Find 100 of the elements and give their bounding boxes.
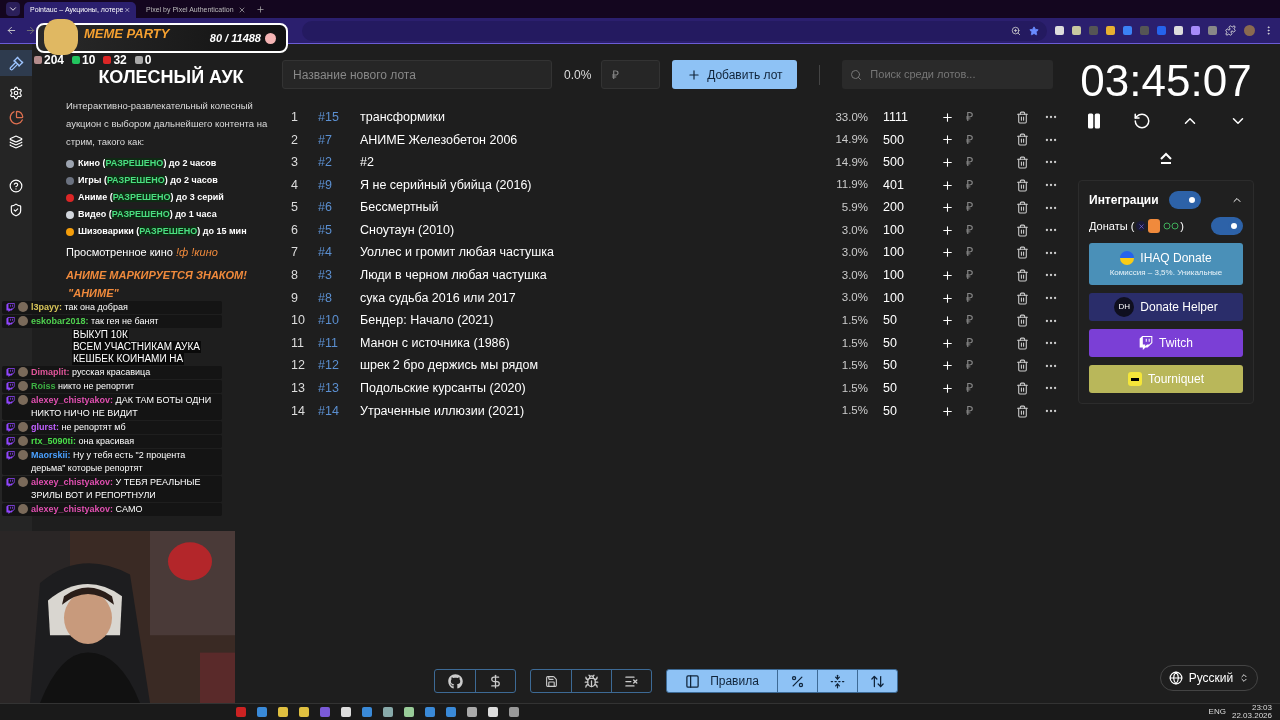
taskbar-app-icon[interactable] bbox=[488, 707, 498, 717]
add-amount-field[interactable]: ₽ bbox=[954, 266, 1004, 285]
star-icon[interactable] bbox=[1029, 25, 1039, 36]
add-lot-button[interactable]: Добавить лот bbox=[672, 60, 798, 89]
url-field[interactable] bbox=[302, 20, 1047, 41]
lot-amount[interactable]: 50 bbox=[868, 356, 938, 376]
integration-button[interactable]: Twitch bbox=[1089, 329, 1243, 357]
add-icon[interactable] bbox=[941, 178, 954, 192]
lot-amount[interactable]: 1111 bbox=[868, 107, 938, 127]
taskbar-app-icon[interactable] bbox=[509, 707, 519, 717]
add-icon[interactable] bbox=[941, 110, 954, 124]
integration-button[interactable]: DH Donate Helper bbox=[1089, 293, 1243, 321]
trash-icon[interactable] bbox=[1016, 404, 1029, 418]
taskbar-app-icon[interactable] bbox=[362, 707, 372, 717]
lot-amount[interactable]: 50 bbox=[868, 311, 938, 330]
tab-list-button[interactable] bbox=[6, 2, 20, 16]
trash-icon[interactable] bbox=[1016, 268, 1029, 282]
add-icon[interactable] bbox=[941, 268, 954, 282]
add-icon[interactable] bbox=[941, 246, 954, 260]
trash-icon[interactable] bbox=[1016, 110, 1029, 124]
add-amount-field[interactable]: ₽ bbox=[954, 333, 1004, 353]
layers-icon[interactable] bbox=[9, 135, 23, 149]
trash-icon[interactable] bbox=[1016, 359, 1029, 373]
forward-icon[interactable] bbox=[25, 25, 36, 36]
add-amount-field[interactable]: ₽ bbox=[954, 198, 1004, 218]
add-amount-field[interactable]: ₽ bbox=[954, 379, 1004, 398]
taskbar-app-icon[interactable] bbox=[467, 707, 477, 717]
add-amount-field[interactable]: ₽ bbox=[954, 130, 1004, 150]
integration-button[interactable]: IHAQ Donate Комиссия – 3,5%. Уникальные bbox=[1089, 243, 1243, 285]
add-amount-field[interactable]: ₽ bbox=[954, 107, 1004, 127]
add-icon[interactable] bbox=[941, 381, 954, 395]
toggle-switch[interactable] bbox=[1168, 191, 1201, 209]
add-icon[interactable] bbox=[941, 156, 954, 169]
taskbar-app-icon[interactable] bbox=[278, 707, 288, 717]
trash-icon[interactable] bbox=[1016, 133, 1029, 147]
help-icon[interactable] bbox=[9, 179, 23, 193]
auction-nav-button[interactable] bbox=[0, 50, 32, 76]
zoom-icon[interactable] bbox=[1011, 25, 1021, 36]
lot-amount[interactable]: 500 bbox=[868, 130, 938, 150]
new-tab-icon[interactable] bbox=[256, 5, 265, 14]
add-amount-field[interactable]: ₽ bbox=[954, 356, 1004, 376]
lot-amount[interactable]: 100 bbox=[868, 243, 938, 263]
profile-avatar[interactable] bbox=[1244, 25, 1255, 36]
lot-amount[interactable]: 50 bbox=[868, 379, 938, 398]
taskbar-app-icon[interactable] bbox=[383, 707, 393, 717]
extensions-icon[interactable] bbox=[1225, 25, 1236, 36]
back-icon[interactable] bbox=[6, 25, 17, 36]
lot-amount[interactable]: 500 bbox=[868, 153, 938, 172]
add-icon[interactable] bbox=[941, 314, 954, 328]
add-amount-field[interactable]: ₽ bbox=[954, 288, 1004, 308]
close-icon[interactable] bbox=[238, 6, 246, 14]
trash-icon[interactable] bbox=[1016, 246, 1029, 260]
lot-name-field[interactable]: Название нового лота bbox=[282, 60, 552, 89]
lot-amount[interactable]: 100 bbox=[868, 220, 938, 240]
pause-icon[interactable] bbox=[1085, 112, 1103, 130]
trash-icon[interactable] bbox=[1016, 156, 1029, 169]
collapse-icon[interactable] bbox=[1159, 152, 1173, 164]
toggle-switch[interactable] bbox=[1211, 217, 1243, 235]
taskbar-app-icon[interactable] bbox=[404, 707, 414, 717]
add-icon[interactable] bbox=[941, 201, 954, 215]
trash-icon[interactable] bbox=[1016, 314, 1029, 328]
add-icon[interactable] bbox=[941, 336, 954, 350]
add-amount-field[interactable]: ₽ bbox=[954, 220, 1004, 240]
add-icon[interactable] bbox=[941, 404, 954, 418]
taskbar-app-icon[interactable] bbox=[341, 707, 351, 717]
settings-icon[interactable] bbox=[9, 86, 23, 100]
input-language[interactable]: ENG bbox=[1208, 706, 1226, 718]
pie-chart-icon[interactable] bbox=[8, 110, 24, 125]
lot-amount[interactable]: 401 bbox=[868, 175, 938, 195]
add-icon[interactable] bbox=[941, 359, 954, 373]
taskbar-app-icon[interactable] bbox=[257, 707, 267, 717]
lot-amount[interactable]: 100 bbox=[868, 288, 938, 308]
add-icon[interactable] bbox=[941, 133, 954, 147]
close-icon[interactable] bbox=[123, 6, 130, 14]
trash-icon[interactable] bbox=[1016, 201, 1029, 215]
lot-amount[interactable]: 100 bbox=[868, 266, 938, 285]
taskbar-app-icon[interactable] bbox=[425, 707, 435, 717]
trash-icon[interactable] bbox=[1016, 291, 1029, 305]
taskbar-app-icon[interactable] bbox=[236, 707, 246, 717]
taskbar-app-icon[interactable] bbox=[320, 707, 330, 717]
lot-amount[interactable]: 50 bbox=[868, 401, 938, 421]
add-amount-field[interactable]: ₽ bbox=[954, 401, 1004, 421]
taskbar-app-icon[interactable] bbox=[446, 707, 456, 717]
toolbar-button[interactable]: Правила bbox=[667, 670, 777, 692]
trash-icon[interactable] bbox=[1016, 223, 1029, 237]
trash-icon[interactable] bbox=[1016, 336, 1029, 350]
taskbar-app-icon[interactable] bbox=[299, 707, 309, 717]
add-amount-field[interactable]: ₽ bbox=[954, 175, 1004, 195]
shield-icon[interactable] bbox=[9, 203, 23, 217]
lot-amount[interactable]: 200 bbox=[868, 198, 938, 218]
add-amount-field[interactable]: ₽ bbox=[954, 311, 1004, 330]
add-amount-field[interactable]: ₽ bbox=[954, 153, 1004, 172]
lot-amount[interactable]: 50 bbox=[868, 333, 938, 353]
trash-icon[interactable] bbox=[1016, 381, 1029, 395]
trash-icon[interactable] bbox=[1016, 178, 1029, 192]
amount-field[interactable]: ₽ bbox=[601, 60, 661, 89]
add-icon[interactable] bbox=[941, 291, 954, 305]
add-amount-field[interactable]: ₽ bbox=[954, 243, 1004, 263]
reset-icon[interactable] bbox=[1133, 112, 1151, 130]
add-icon[interactable] bbox=[941, 223, 954, 237]
